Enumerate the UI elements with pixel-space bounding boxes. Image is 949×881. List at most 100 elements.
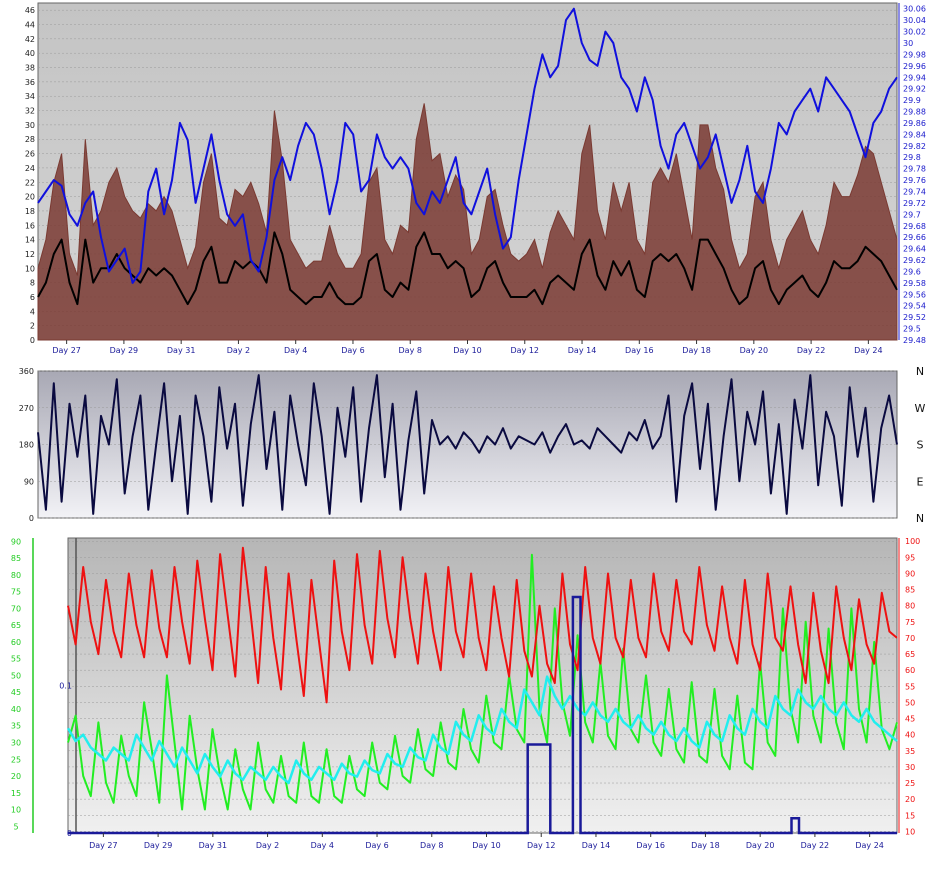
x-tick-label: Day 12 — [527, 841, 556, 850]
y-left-tick: 15 — [11, 789, 21, 798]
y-right-tick: 100 — [905, 537, 920, 546]
y-right-tick: 29.58 — [903, 279, 926, 288]
compass-label: W — [915, 402, 926, 415]
x-tick-label: Day 18 — [691, 841, 720, 850]
x-tick-label: Day 22 — [797, 346, 826, 355]
y-left-tick: 4 — [30, 307, 35, 316]
y-left-tick: 30 — [11, 738, 21, 747]
x-tick-label: Day 29 — [144, 841, 173, 850]
y-right-tick: 40 — [905, 731, 915, 740]
y-left-tick: 360 — [19, 367, 34, 376]
y-right-tick: 70 — [905, 634, 915, 643]
y-right-tick: 30.04 — [903, 16, 926, 25]
y-left-tick: 0 — [29, 514, 34, 523]
y-left-tick: 6 — [30, 293, 35, 302]
y-left-tick: 44 — [25, 21, 35, 30]
x-tick-label: Day 14 — [582, 841, 611, 850]
y-left-tick: 75 — [11, 588, 21, 597]
y-left-tick: 2 — [30, 322, 35, 331]
y-right-tick: 45 — [905, 715, 915, 724]
y-left-tick: 90 — [24, 477, 34, 486]
y-right-tick: 29.8 — [903, 153, 921, 162]
y-right-tick: 80 — [905, 602, 915, 611]
y-right-tick: 29.66 — [903, 233, 926, 242]
y-left-tick: 16 — [25, 221, 35, 230]
y-right-tick: 55 — [905, 682, 915, 691]
y-left-tick: 0 — [30, 336, 35, 345]
y-left-tick: 5 — [13, 822, 18, 831]
x-tick-label: Day 29 — [110, 346, 139, 355]
y-left-tick: 60 — [11, 638, 21, 647]
plot-background — [67, 537, 898, 834]
y-right-tick: 29.96 — [903, 62, 926, 71]
y-left-tick: 22 — [25, 178, 35, 187]
y-right-tick: 29.62 — [903, 256, 926, 265]
y-left-tick: 10 — [11, 806, 21, 815]
y-left-tick: 38 — [25, 64, 35, 73]
y-inner-tick: 0.1 — [59, 682, 72, 691]
y-right-tick: 29.52 — [903, 313, 926, 322]
y-left-tick: 85 — [11, 554, 21, 563]
y-right-tick: 95 — [905, 553, 915, 562]
y-right-tick: 29.54 — [903, 302, 926, 311]
y-right-tick: 29.7 — [903, 210, 921, 219]
compass-label: N — [916, 512, 924, 525]
wind-pressure-panel: 0246810121416182022242628303234363840424… — [25, 2, 926, 355]
y-left-tick: 270 — [19, 404, 34, 413]
y-left-tick: 24 — [25, 164, 35, 173]
y-left-tick: 35 — [11, 722, 21, 731]
x-tick-label: Day 31 — [199, 841, 228, 850]
y-right-tick: 29.88 — [903, 108, 926, 117]
y-left-tick: 55 — [11, 655, 21, 664]
x-tick-label: Day 20 — [746, 841, 775, 850]
compass-label: N — [916, 365, 924, 378]
y-right-tick: 29.9 — [903, 96, 921, 105]
y-left-tick: 28 — [25, 135, 35, 144]
y-left-tick: 8 — [30, 279, 35, 288]
y-left-tick: 40 — [25, 49, 35, 58]
weather-chart: 0246810121416182022242628303234363840424… — [11, 2, 926, 850]
x-tick-label: Day 31 — [167, 346, 196, 355]
y-left-tick: 180 — [19, 441, 34, 450]
y-right-tick: 29.78 — [903, 165, 926, 174]
y-left-tick: 20 — [25, 193, 35, 202]
y-left-tick: 34 — [25, 92, 35, 101]
compass-label: S — [917, 439, 924, 452]
y-left-tick: 20 — [11, 772, 21, 781]
y-right-tick: 65 — [905, 650, 915, 659]
x-tick-label: Day 8 — [420, 841, 443, 850]
y-right-tick: 29.48 — [903, 336, 926, 345]
x-tick-label: Day 6 — [365, 841, 388, 850]
y-left-tick: 30 — [25, 121, 35, 130]
y-right-tick: 29.5 — [903, 325, 921, 334]
y-right-tick: 60 — [905, 666, 915, 675]
y-right-tick: 29.72 — [903, 199, 926, 208]
y-right-tick: 85 — [905, 586, 915, 595]
x-tick-label: Day 10 — [453, 346, 482, 355]
y-left-tick: 36 — [25, 78, 35, 87]
y-right-tick: 29.64 — [903, 245, 926, 254]
x-tick-label: Day 16 — [636, 841, 665, 850]
x-tick-label: Day 16 — [625, 346, 654, 355]
x-tick-label: Day 6 — [341, 346, 364, 355]
y-right-tick: 30 — [905, 763, 915, 772]
x-tick-label: Day 24 — [854, 346, 883, 355]
x-tick-label: Day 8 — [399, 346, 422, 355]
temp-humidity-panel: 5101520253035404550556065707580859000.11… — [11, 537, 920, 850]
y-right-tick: 29.86 — [903, 119, 926, 128]
y-right-tick: 35 — [905, 747, 915, 756]
y-right-tick: 30.06 — [903, 5, 926, 14]
x-tick-label: Day 18 — [682, 346, 711, 355]
y-right-tick: 29.68 — [903, 222, 926, 231]
y-left-tick: 12 — [25, 250, 35, 259]
y-left-tick: 18 — [25, 207, 35, 216]
y-right-tick: 30 — [903, 39, 913, 48]
y-left-tick: 45 — [11, 688, 21, 697]
x-tick-label: Day 4 — [311, 841, 334, 850]
y-right-tick: 29.98 — [903, 50, 926, 59]
y-right-tick: 75 — [905, 618, 915, 627]
x-tick-label: Day 12 — [511, 346, 540, 355]
x-tick-label: Day 20 — [740, 346, 769, 355]
y-right-tick: 29.76 — [903, 176, 926, 185]
y-right-tick: 29.74 — [903, 187, 926, 196]
